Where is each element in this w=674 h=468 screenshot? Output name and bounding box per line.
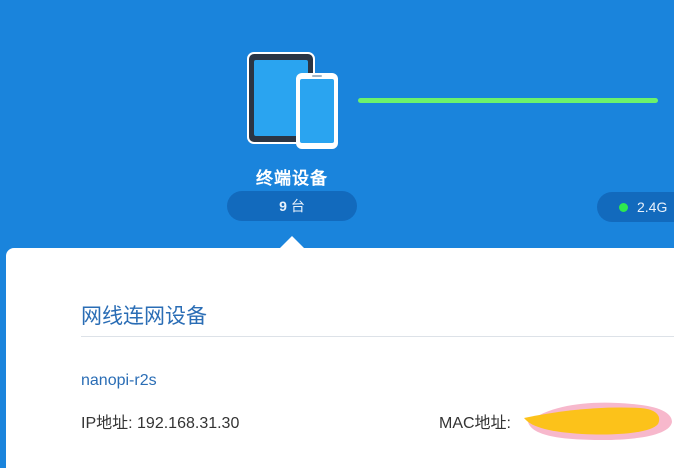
tablet-phone-icon <box>247 52 338 149</box>
terminal-devices-title[interactable]: 终端设备 <box>230 164 354 189</box>
ip-label: IP地址: <box>81 415 133 432</box>
mac-address-row: MAC地址: <box>439 409 511 433</box>
connection-line <box>358 98 658 103</box>
section-divider <box>81 336 674 337</box>
wifi-band-badge[interactable]: 2.4G <box>597 192 674 222</box>
device-count-unit: 台 <box>290 198 305 214</box>
section-title: 网线连网设备 <box>81 305 207 328</box>
ip-address-row: IP地址: 192.168.31.30 <box>81 409 239 433</box>
wifi-band-label: 2.4G <box>637 199 668 215</box>
card-pointer <box>280 236 304 248</box>
device-count-badge[interactable]: 9 台 <box>227 191 357 221</box>
redaction-mark <box>524 402 672 440</box>
ip-value: 192.168.31.30 <box>137 415 240 432</box>
device-count: 9 <box>279 198 287 214</box>
device-name-link[interactable]: nanopi-r2s <box>81 372 157 390</box>
mac-label: MAC地址: <box>439 415 512 432</box>
network-map-header: 终端设备 9 台 2.4G <box>0 0 674 248</box>
status-dot-icon <box>619 202 628 212</box>
